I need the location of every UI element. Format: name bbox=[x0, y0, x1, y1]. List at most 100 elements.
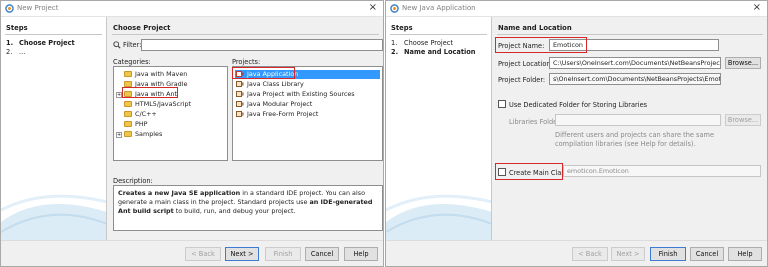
step-number: 2. bbox=[391, 48, 399, 56]
categories-tree[interactable]: Java with Maven Java with Gradle + Java w… bbox=[113, 66, 228, 161]
tree-item-label: C/C++ bbox=[135, 110, 157, 118]
back-button[interactable]: < Back bbox=[185, 247, 221, 261]
next-button[interactable]: Next > bbox=[611, 247, 645, 261]
folder-icon bbox=[124, 131, 132, 137]
step-2: 2. Name and Location bbox=[391, 48, 476, 56]
list-item-label: Java Project with Existing Sources bbox=[247, 90, 355, 98]
step-label: Choose Project bbox=[404, 39, 453, 47]
wizard-content: Choose Project Filter: Categories: Java … bbox=[108, 17, 383, 242]
divider bbox=[497, 34, 763, 35]
tree-item[interactable]: + Samples bbox=[116, 130, 162, 139]
window-title: New Project bbox=[17, 4, 59, 12]
new-project-dialog: New Project × Steps 1. Choose Project 2..… bbox=[0, 0, 384, 267]
project-location-label: Project Location: bbox=[498, 60, 553, 68]
libraries-folder-input bbox=[555, 114, 721, 126]
categories-label: Categories: bbox=[113, 58, 151, 66]
section-title: Choose Project bbox=[113, 24, 171, 32]
list-item-label: Java Free-Form Project bbox=[247, 110, 319, 118]
tree-item-label: Samples bbox=[135, 130, 163, 138]
wizard-content: Name and Location Project Name: Emoticon… bbox=[493, 17, 767, 242]
next-button[interactable]: Next > bbox=[225, 247, 259, 261]
highlight-java-with-ant bbox=[122, 87, 178, 98]
list-item[interactable]: Java Modular Project bbox=[236, 100, 312, 109]
title-bar: New Java Application × bbox=[386, 1, 767, 17]
netbeans-logo-icon bbox=[390, 4, 399, 13]
list-item[interactable]: Java Free-Form Project bbox=[236, 110, 318, 119]
java-coffee-icon bbox=[236, 111, 244, 117]
description-bold-1: Creates a new Java SE application bbox=[118, 189, 241, 197]
java-coffee-icon bbox=[236, 101, 244, 107]
dedicated-folder-label: Use Dedicated Folder for Storing Librari… bbox=[509, 101, 648, 109]
browse-location-button[interactable]: Browse... bbox=[725, 57, 761, 69]
step-1: 1. Choose Project bbox=[391, 39, 453, 47]
decorative-waves bbox=[1, 194, 106, 242]
project-folder-value: s\OneInsert.com\Documents\NetBeansProjec… bbox=[553, 75, 721, 83]
step-number: 2. bbox=[6, 48, 13, 56]
back-button[interactable]: < Back bbox=[572, 247, 608, 261]
highlight-create-main-class bbox=[495, 163, 563, 180]
folder-icon bbox=[124, 111, 132, 117]
close-icon[interactable]: × bbox=[753, 2, 761, 14]
netbeans-logo-icon bbox=[5, 4, 14, 13]
divider bbox=[112, 34, 379, 35]
folder-icon bbox=[124, 101, 132, 107]
step-label: Choose Project bbox=[19, 39, 75, 47]
filter-label: Filter: bbox=[123, 41, 142, 49]
project-folder-input: s\OneInsert.com\Documents\NetBeansProjec… bbox=[549, 73, 721, 85]
window-title: New Java Application bbox=[402, 4, 476, 12]
main-class-value: emoticon.Emoticon bbox=[567, 167, 629, 175]
dedicated-folder-checkbox[interactable] bbox=[498, 100, 506, 108]
highlight-java-application bbox=[232, 67, 295, 79]
expand-icon[interactable]: + bbox=[116, 132, 122, 138]
highlight-project-name bbox=[495, 37, 587, 53]
tree-item-label: PHP bbox=[135, 120, 148, 128]
section-title: Name and Location bbox=[498, 24, 572, 32]
close-icon[interactable]: × bbox=[369, 2, 377, 14]
description-box: Creates a new Java SE application in a s… bbox=[113, 185, 383, 231]
tree-item-label: HTML5/JavaScript bbox=[135, 100, 192, 108]
list-item[interactable]: Java Project with Existing Sources bbox=[236, 90, 355, 99]
decorative-waves bbox=[386, 194, 491, 242]
help-button[interactable]: Help bbox=[728, 247, 762, 261]
steps-panel: Steps 1. Choose Project 2.... bbox=[1, 17, 107, 242]
tree-item[interactable]: Java with Maven bbox=[124, 70, 187, 79]
projects-label: Projects: bbox=[232, 58, 261, 66]
project-folder-label: Project Folder: bbox=[498, 76, 546, 84]
projects-list[interactable]: Java Application Java Class Library Java… bbox=[232, 66, 383, 161]
project-location-value: C:\Users\OneInsert.com\Documents\NetBean… bbox=[553, 59, 721, 67]
browse-libraries-button[interactable]: Browse... bbox=[725, 114, 761, 126]
divider bbox=[5, 34, 102, 35]
list-item-label: Java Class Library bbox=[247, 80, 304, 88]
tree-item[interactable]: HTML5/JavaScript bbox=[124, 100, 191, 109]
step-2: 2.... bbox=[6, 48, 25, 56]
steps-panel: Steps 1. Choose Project 2. Name and Locati… bbox=[386, 17, 492, 242]
tree-item-label: Java with Maven bbox=[135, 70, 188, 78]
search-icon bbox=[113, 41, 121, 49]
libraries-note-line-2: compilation libraries (see Help for deta… bbox=[555, 140, 696, 148]
cancel-button[interactable]: Cancel bbox=[305, 247, 339, 261]
description-text-2: to build, run, and debug your project. bbox=[173, 207, 296, 215]
tree-item[interactable]: PHP bbox=[124, 120, 148, 129]
finish-button[interactable]: Finish bbox=[650, 247, 686, 261]
libraries-note-line-1: Different users and projects can share t… bbox=[555, 131, 715, 139]
project-location-input[interactable]: C:\Users\OneInsert.com\Documents\NetBean… bbox=[549, 57, 721, 69]
new-java-application-dialog: New Java Application × Steps 1. Choose Pr… bbox=[385, 0, 768, 267]
divider bbox=[390, 34, 487, 35]
java-coffee-icon bbox=[236, 91, 244, 97]
folder-icon bbox=[124, 71, 132, 77]
step-label: Name and Location bbox=[404, 48, 476, 56]
finish-button[interactable]: Finish bbox=[265, 247, 301, 261]
help-button[interactable]: Help bbox=[344, 247, 378, 261]
list-item-label: Java Modular Project bbox=[247, 100, 313, 108]
step-1: 1. Choose Project bbox=[6, 39, 75, 47]
step-number: 1. bbox=[391, 39, 398, 47]
description-label: Description: bbox=[113, 177, 153, 185]
button-bar: < Back Next > Finish Cancel Help bbox=[1, 240, 383, 266]
folder-icon bbox=[124, 121, 132, 127]
cancel-button[interactable]: Cancel bbox=[690, 247, 724, 261]
filter-input[interactable] bbox=[141, 39, 383, 51]
tree-item[interactable]: C/C++ bbox=[124, 110, 157, 119]
step-number: 1. bbox=[6, 39, 14, 47]
list-item[interactable]: Java Class Library bbox=[236, 80, 304, 89]
steps-heading: Steps bbox=[6, 24, 28, 32]
